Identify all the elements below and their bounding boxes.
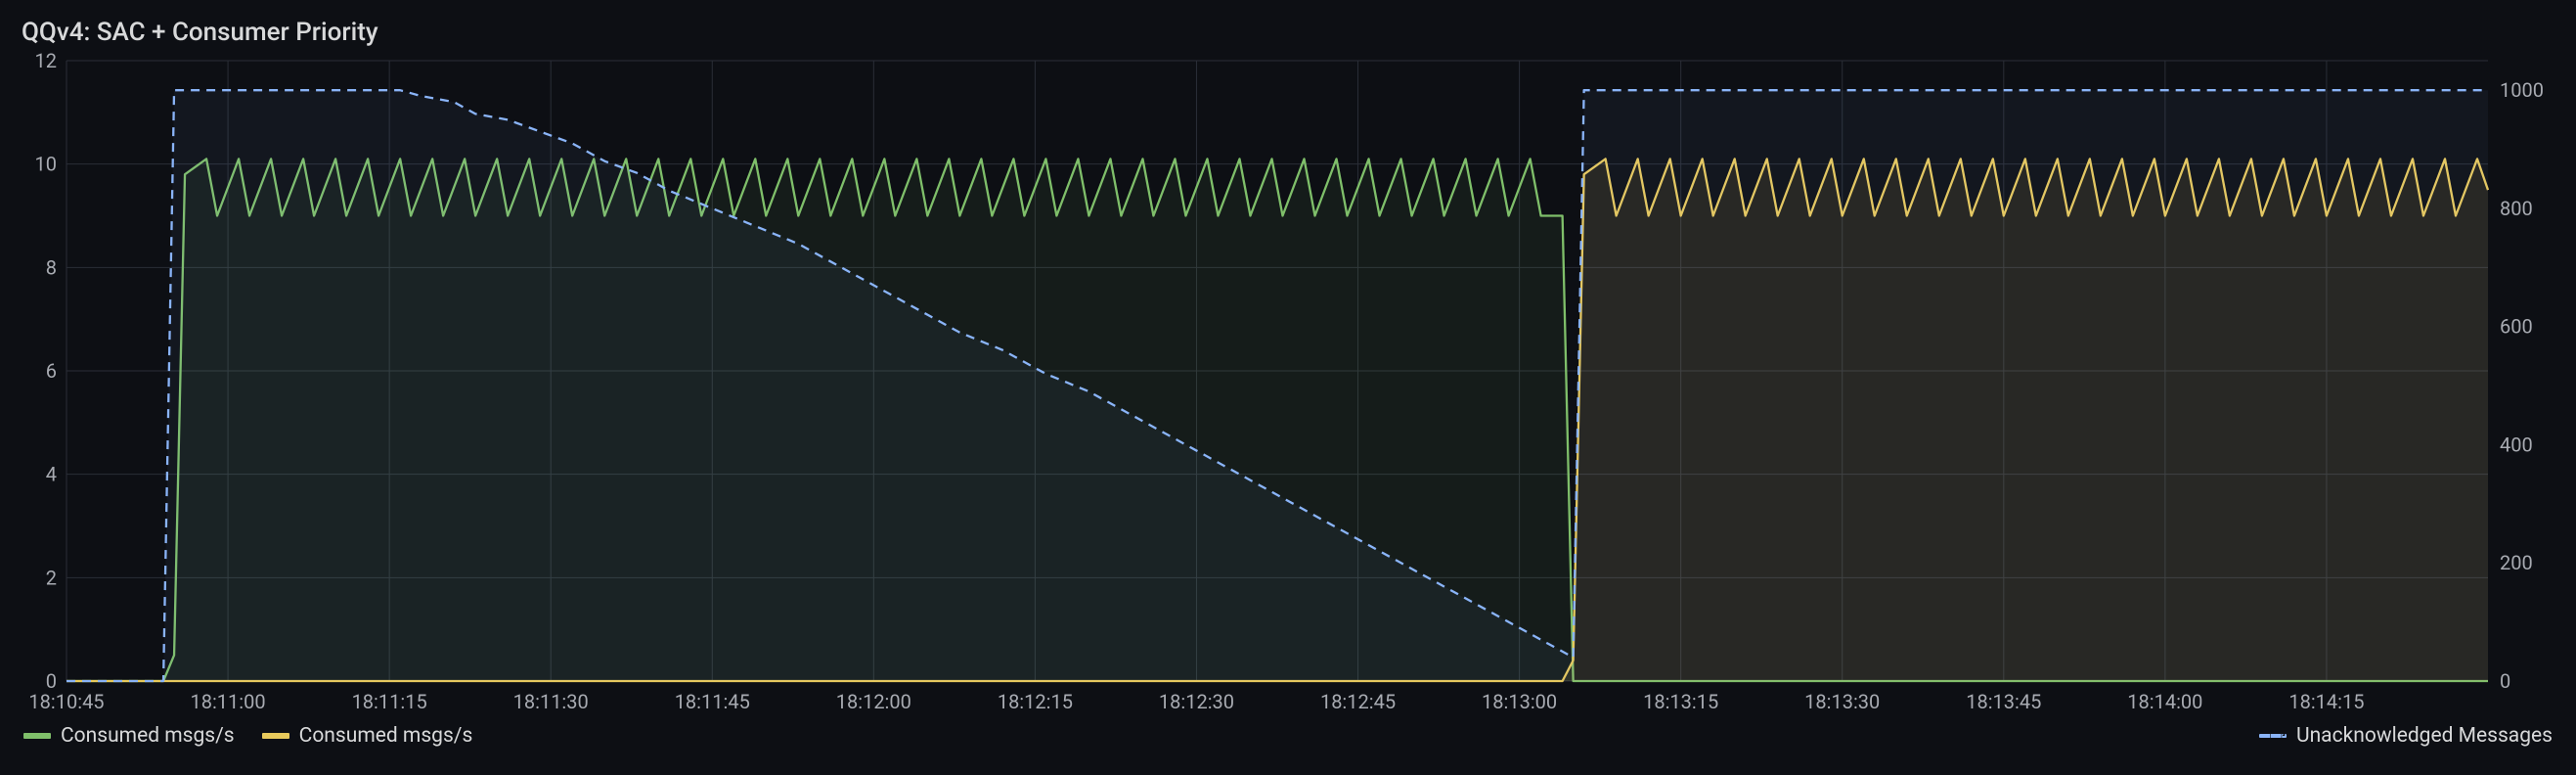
svg-text:1000: 1000 xyxy=(2500,78,2544,102)
svg-text:12: 12 xyxy=(35,53,57,72)
plot-svg: 0246810120200400600800100018:10:4518:11:… xyxy=(20,53,2556,718)
legend-swatch-yellow xyxy=(262,733,289,739)
svg-text:18:11:00: 18:11:00 xyxy=(190,690,265,713)
svg-text:18:12:30: 18:12:30 xyxy=(1159,690,1234,713)
legend-label-yellow: Consumed msgs/s xyxy=(299,724,473,748)
svg-text:18:12:15: 18:12:15 xyxy=(998,690,1073,713)
svg-text:18:13:00: 18:13:00 xyxy=(1482,690,1557,713)
legend-item-green[interactable]: Consumed msgs/s xyxy=(23,724,235,748)
legend-swatch-green xyxy=(23,733,51,739)
svg-text:18:13:30: 18:13:30 xyxy=(1804,690,1880,713)
svg-text:10: 10 xyxy=(35,153,57,176)
svg-text:200: 200 xyxy=(2500,551,2533,574)
svg-text:8: 8 xyxy=(46,255,57,279)
svg-text:0: 0 xyxy=(2500,669,2510,693)
svg-text:18:12:00: 18:12:00 xyxy=(836,690,911,713)
legend: Consumed msgs/s Consumed msgs/s Unacknow… xyxy=(20,724,2556,748)
svg-text:4: 4 xyxy=(46,463,57,486)
svg-text:400: 400 xyxy=(2500,433,2533,456)
svg-text:800: 800 xyxy=(2500,197,2533,220)
svg-text:6: 6 xyxy=(46,359,57,383)
legend-item-yellow[interactable]: Consumed msgs/s xyxy=(262,724,473,748)
legend-left: Consumed msgs/s Consumed msgs/s xyxy=(23,724,472,748)
svg-text:18:13:15: 18:13:15 xyxy=(1643,690,1718,713)
svg-text:18:11:15: 18:11:15 xyxy=(352,690,427,713)
svg-text:18:12:45: 18:12:45 xyxy=(1320,690,1396,713)
svg-text:18:11:30: 18:11:30 xyxy=(513,690,589,713)
svg-text:18:10:45: 18:10:45 xyxy=(28,690,104,713)
legend-label-green: Consumed msgs/s xyxy=(61,724,235,748)
plot-area[interactable]: 0246810120200400600800100018:10:4518:11:… xyxy=(20,53,2556,718)
svg-text:18:14:00: 18:14:00 xyxy=(2127,690,2202,713)
svg-text:18:13:45: 18:13:45 xyxy=(1966,690,2041,713)
svg-text:18:11:45: 18:11:45 xyxy=(675,690,750,713)
legend-swatch-blue xyxy=(2259,734,2287,738)
legend-item-blue[interactable]: Unacknowledged Messages xyxy=(2259,724,2553,748)
panel-title: QQv4: SAC + Consumer Priority xyxy=(22,18,2556,47)
svg-text:18:14:15: 18:14:15 xyxy=(2288,690,2364,713)
svg-text:2: 2 xyxy=(46,566,57,589)
svg-text:600: 600 xyxy=(2500,315,2533,339)
legend-label-blue: Unacknowledged Messages xyxy=(2296,724,2553,748)
chart-panel: QQv4: SAC + Consumer Priority 0246810120… xyxy=(0,0,2576,775)
